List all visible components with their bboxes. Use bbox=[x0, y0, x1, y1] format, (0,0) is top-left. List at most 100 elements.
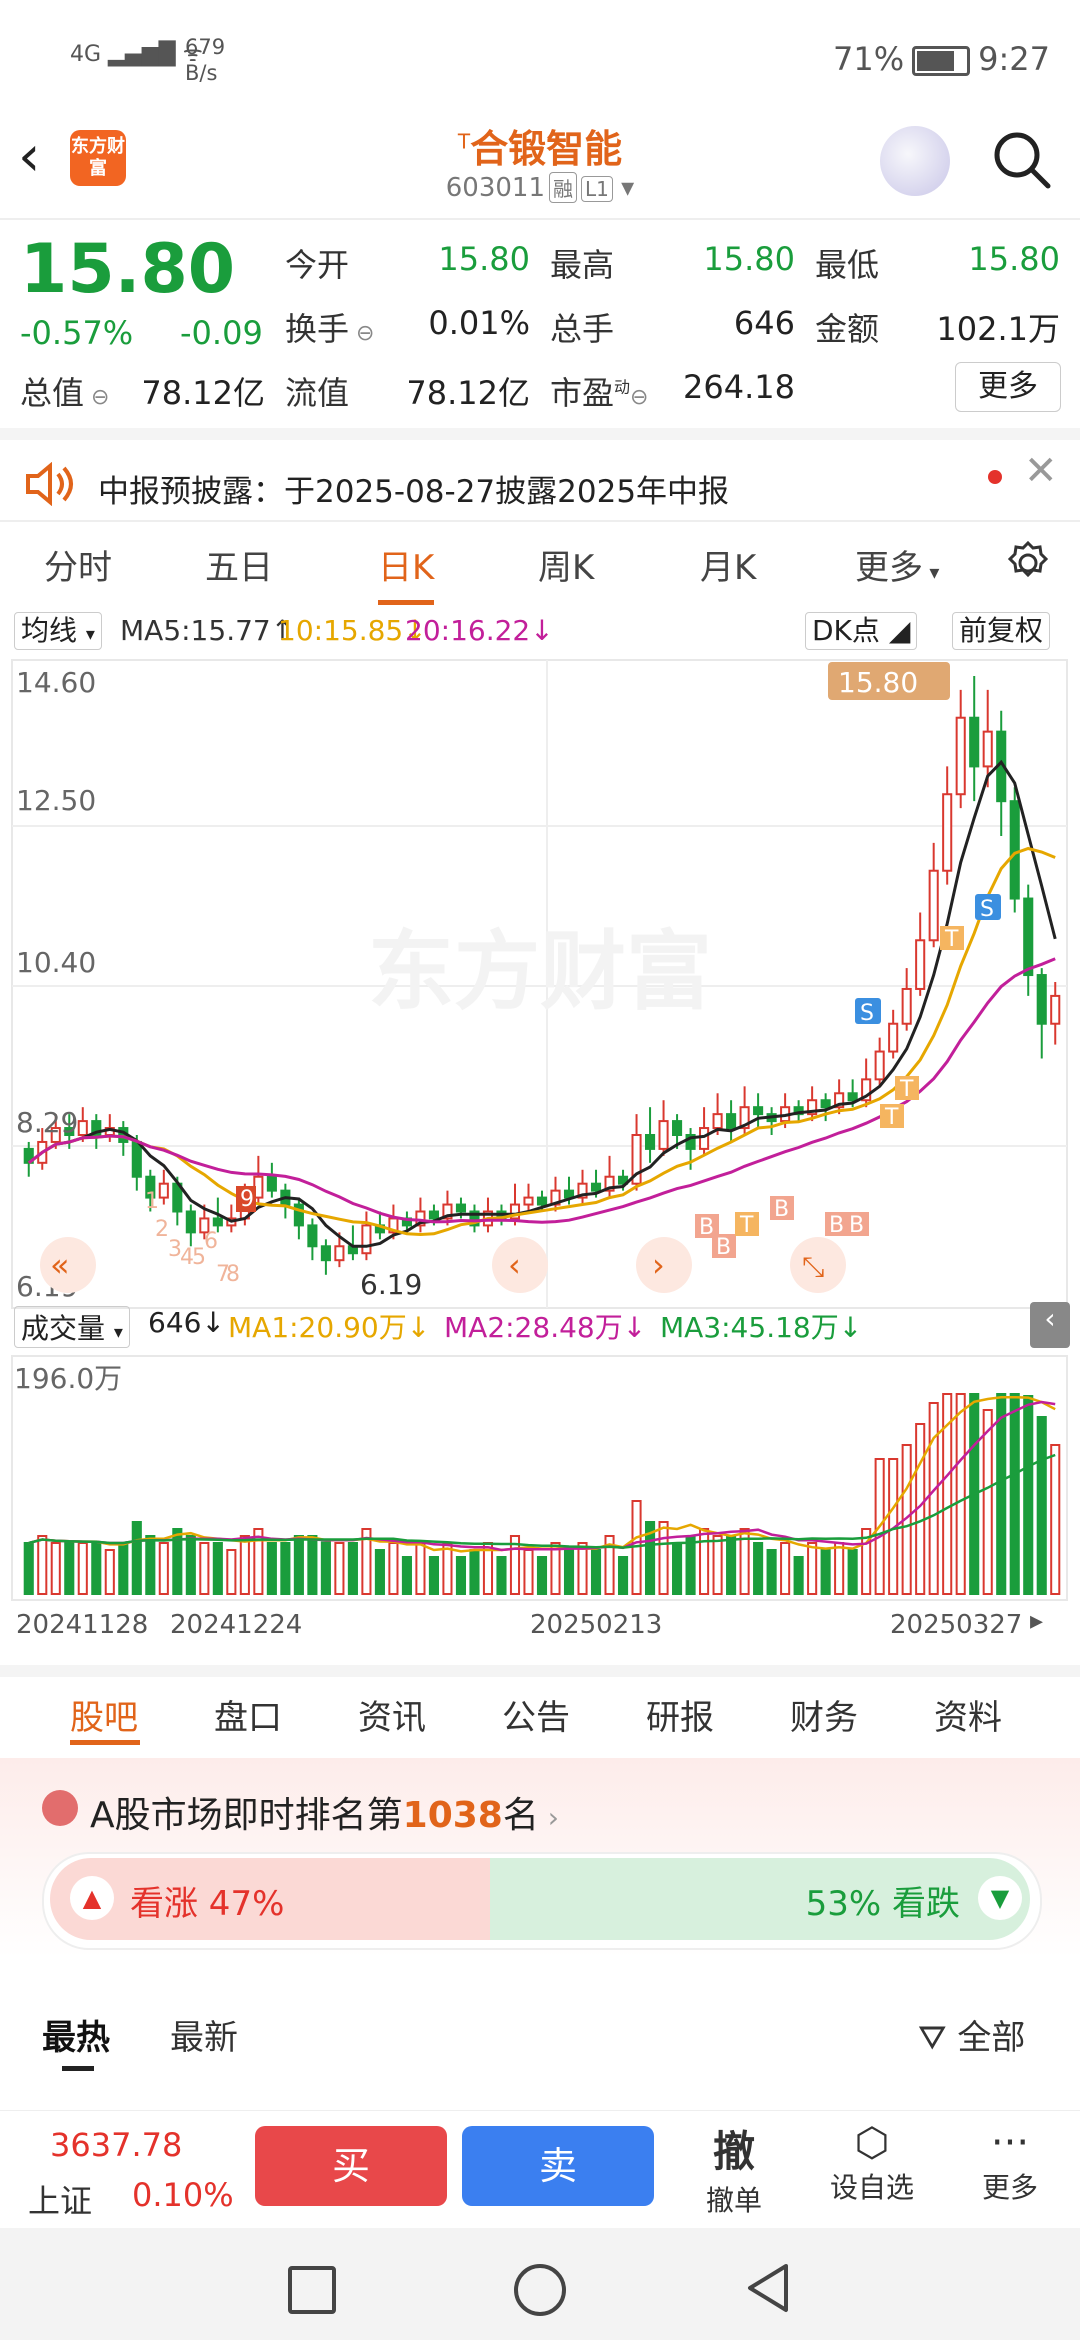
candlestick-chart[interactable]: 东方财富 14.60 12.50 10.40 8.29 6.19 15.80 6… bbox=[0, 656, 1080, 1311]
divider bbox=[0, 520, 1080, 522]
tab-more[interactable]: 更多 ▾ bbox=[855, 540, 939, 589]
volume-bar bbox=[212, 1542, 223, 1595]
volume-bar bbox=[658, 1521, 669, 1595]
volume-bar bbox=[550, 1542, 561, 1595]
candle-body bbox=[915, 939, 926, 990]
svg-text:B: B bbox=[829, 1213, 844, 1238]
add-watchlist-button[interactable]: ⬡ 设自选 bbox=[822, 2120, 922, 2206]
volume-bar bbox=[469, 1549, 480, 1595]
volume-bar bbox=[1036, 1416, 1047, 1595]
more-actions-button[interactable]: ··· 更多 bbox=[960, 2120, 1060, 2206]
volume-bar bbox=[955, 1393, 966, 1595]
tab-timeshare[interactable]: 分时 bbox=[44, 540, 112, 589]
recents-icon[interactable] bbox=[288, 2266, 336, 2314]
market-rank[interactable]: A股市场即时排名第1038名 › bbox=[90, 1786, 559, 1838]
volume-bar bbox=[577, 1542, 588, 1595]
index-name: 上证 bbox=[28, 2182, 93, 2220]
svg-text:B: B bbox=[774, 1197, 789, 1222]
field-value: 78.12亿 bbox=[141, 374, 265, 412]
tab-guba[interactable]: 股吧 bbox=[70, 1690, 138, 1739]
rank-chart-icon bbox=[42, 1790, 78, 1826]
volume-selector[interactable]: 成交量 ▾ bbox=[14, 1306, 130, 1348]
candle-body bbox=[969, 716, 980, 768]
index-percent: 0.10% bbox=[132, 2176, 234, 2214]
volume-bar bbox=[1050, 1444, 1061, 1595]
volume-bar bbox=[280, 1542, 291, 1595]
feed-tab-hot[interactable]: 最热 bbox=[42, 2010, 110, 2059]
tab-research[interactable]: 研报 bbox=[646, 1690, 714, 1739]
tab-five-day[interactable]: 五日 bbox=[205, 540, 273, 589]
field-label: 流值 bbox=[285, 374, 350, 412]
ma-selector[interactable]: 均线 ▾ bbox=[14, 612, 102, 650]
tab-weekly-k[interactable]: 周K bbox=[538, 540, 594, 589]
search-icon[interactable] bbox=[990, 128, 1054, 196]
candle-body bbox=[158, 1182, 169, 1199]
adjust-selector[interactable]: 前复权 bbox=[952, 612, 1051, 650]
feed-tab-latest[interactable]: 最新 bbox=[170, 2010, 238, 2059]
volume-chart[interactable]: 196.0万 bbox=[0, 1354, 1080, 1604]
candle-body bbox=[726, 1113, 737, 1130]
field-label: 今开 bbox=[285, 246, 350, 284]
watermark: 东方财富 bbox=[368, 922, 712, 1022]
volume-bar bbox=[239, 1535, 250, 1595]
volume-bar bbox=[415, 1542, 426, 1595]
volume-bar bbox=[996, 1393, 1007, 1595]
field-value: 646 bbox=[733, 304, 795, 342]
candle-body bbox=[536, 1196, 548, 1206]
back-nav-icon[interactable] bbox=[744, 2262, 792, 2314]
scroll-right-icon: › bbox=[652, 1246, 665, 1284]
sell-button[interactable]: 卖 bbox=[462, 2126, 654, 2206]
price-axis-label: 14.60 bbox=[16, 666, 96, 699]
volume-bar bbox=[536, 1556, 548, 1595]
ma20-value: 20:16.22↓ bbox=[405, 614, 554, 647]
low-price-label: 6.19 bbox=[360, 1268, 422, 1301]
volume-bar bbox=[820, 1549, 831, 1595]
close-icon[interactable]: ✕ bbox=[1024, 448, 1058, 494]
notice-text: 中报预披露：于2025-08-27披露2025年中报 bbox=[98, 474, 730, 510]
up-arrow-icon[interactable]: ▲ bbox=[70, 1876, 114, 1920]
svg-text:S: S bbox=[980, 897, 994, 922]
buy-button[interactable]: 买 bbox=[255, 2126, 447, 2206]
quote-more-button[interactable]: 更多 bbox=[955, 362, 1061, 412]
volume-bar bbox=[753, 1542, 764, 1595]
volume-bar bbox=[847, 1549, 858, 1595]
tab-monthly-k[interactable]: 月K bbox=[700, 540, 756, 589]
signal-markers: 12 34 56 78 bbox=[145, 1189, 240, 1287]
tab-announcements[interactable]: 公告 bbox=[502, 1690, 570, 1739]
candle-body bbox=[847, 1092, 858, 1102]
tab-pankou[interactable]: 盘口 bbox=[214, 1690, 282, 1739]
home-icon[interactable] bbox=[514, 2264, 566, 2316]
filter-button[interactable]: ⛛ 全部 bbox=[918, 2010, 1025, 2059]
volume-bar bbox=[1023, 1395, 1034, 1595]
tab-finance[interactable]: 财务 bbox=[790, 1690, 858, 1739]
date-label: 20250213 bbox=[530, 1610, 663, 1640]
volume-bar bbox=[199, 1542, 210, 1595]
down-arrow-icon[interactable]: ▼ bbox=[978, 1876, 1022, 1920]
assistant-avatar-icon[interactable] bbox=[880, 126, 950, 196]
volume-bar bbox=[617, 1556, 629, 1595]
volume-bar bbox=[401, 1556, 412, 1595]
scroll-right-icon[interactable]: ▸ bbox=[1030, 1606, 1043, 1636]
dk-point-selector[interactable]: DK点 ◢ bbox=[805, 612, 918, 650]
candle-body bbox=[131, 1140, 142, 1178]
cancel-order-button[interactable]: 撤 撤单 bbox=[684, 2118, 784, 2219]
field-value: 15.80 bbox=[968, 240, 1060, 278]
candle-body bbox=[645, 1134, 656, 1150]
candle-body bbox=[455, 1203, 467, 1213]
scroll-left-icon: ‹ bbox=[508, 1246, 521, 1284]
candle-body bbox=[307, 1224, 318, 1248]
candle-body bbox=[523, 1196, 534, 1206]
settings-gear-icon[interactable] bbox=[1005, 540, 1051, 590]
collapse-icon[interactable]: ‹ bbox=[1030, 1302, 1070, 1348]
tab-profile[interactable]: 资料 bbox=[934, 1690, 1002, 1739]
date-label: 20250327 bbox=[890, 1610, 1023, 1640]
volume-bar bbox=[1009, 1393, 1020, 1595]
candle-body bbox=[1036, 974, 1047, 1025]
field-label: 最高 bbox=[550, 246, 615, 284]
tab-news[interactable]: 资讯 bbox=[358, 1690, 426, 1739]
notice-bar[interactable]: 中报预披露：于2025-08-27披露2025年中报 bbox=[0, 440, 1080, 530]
tab-daily-k[interactable]: 日K bbox=[378, 540, 434, 589]
index-value[interactable]: 3637.78 bbox=[50, 2126, 182, 2164]
volume-bar bbox=[185, 1535, 196, 1595]
field-label: 最低 bbox=[815, 246, 880, 284]
